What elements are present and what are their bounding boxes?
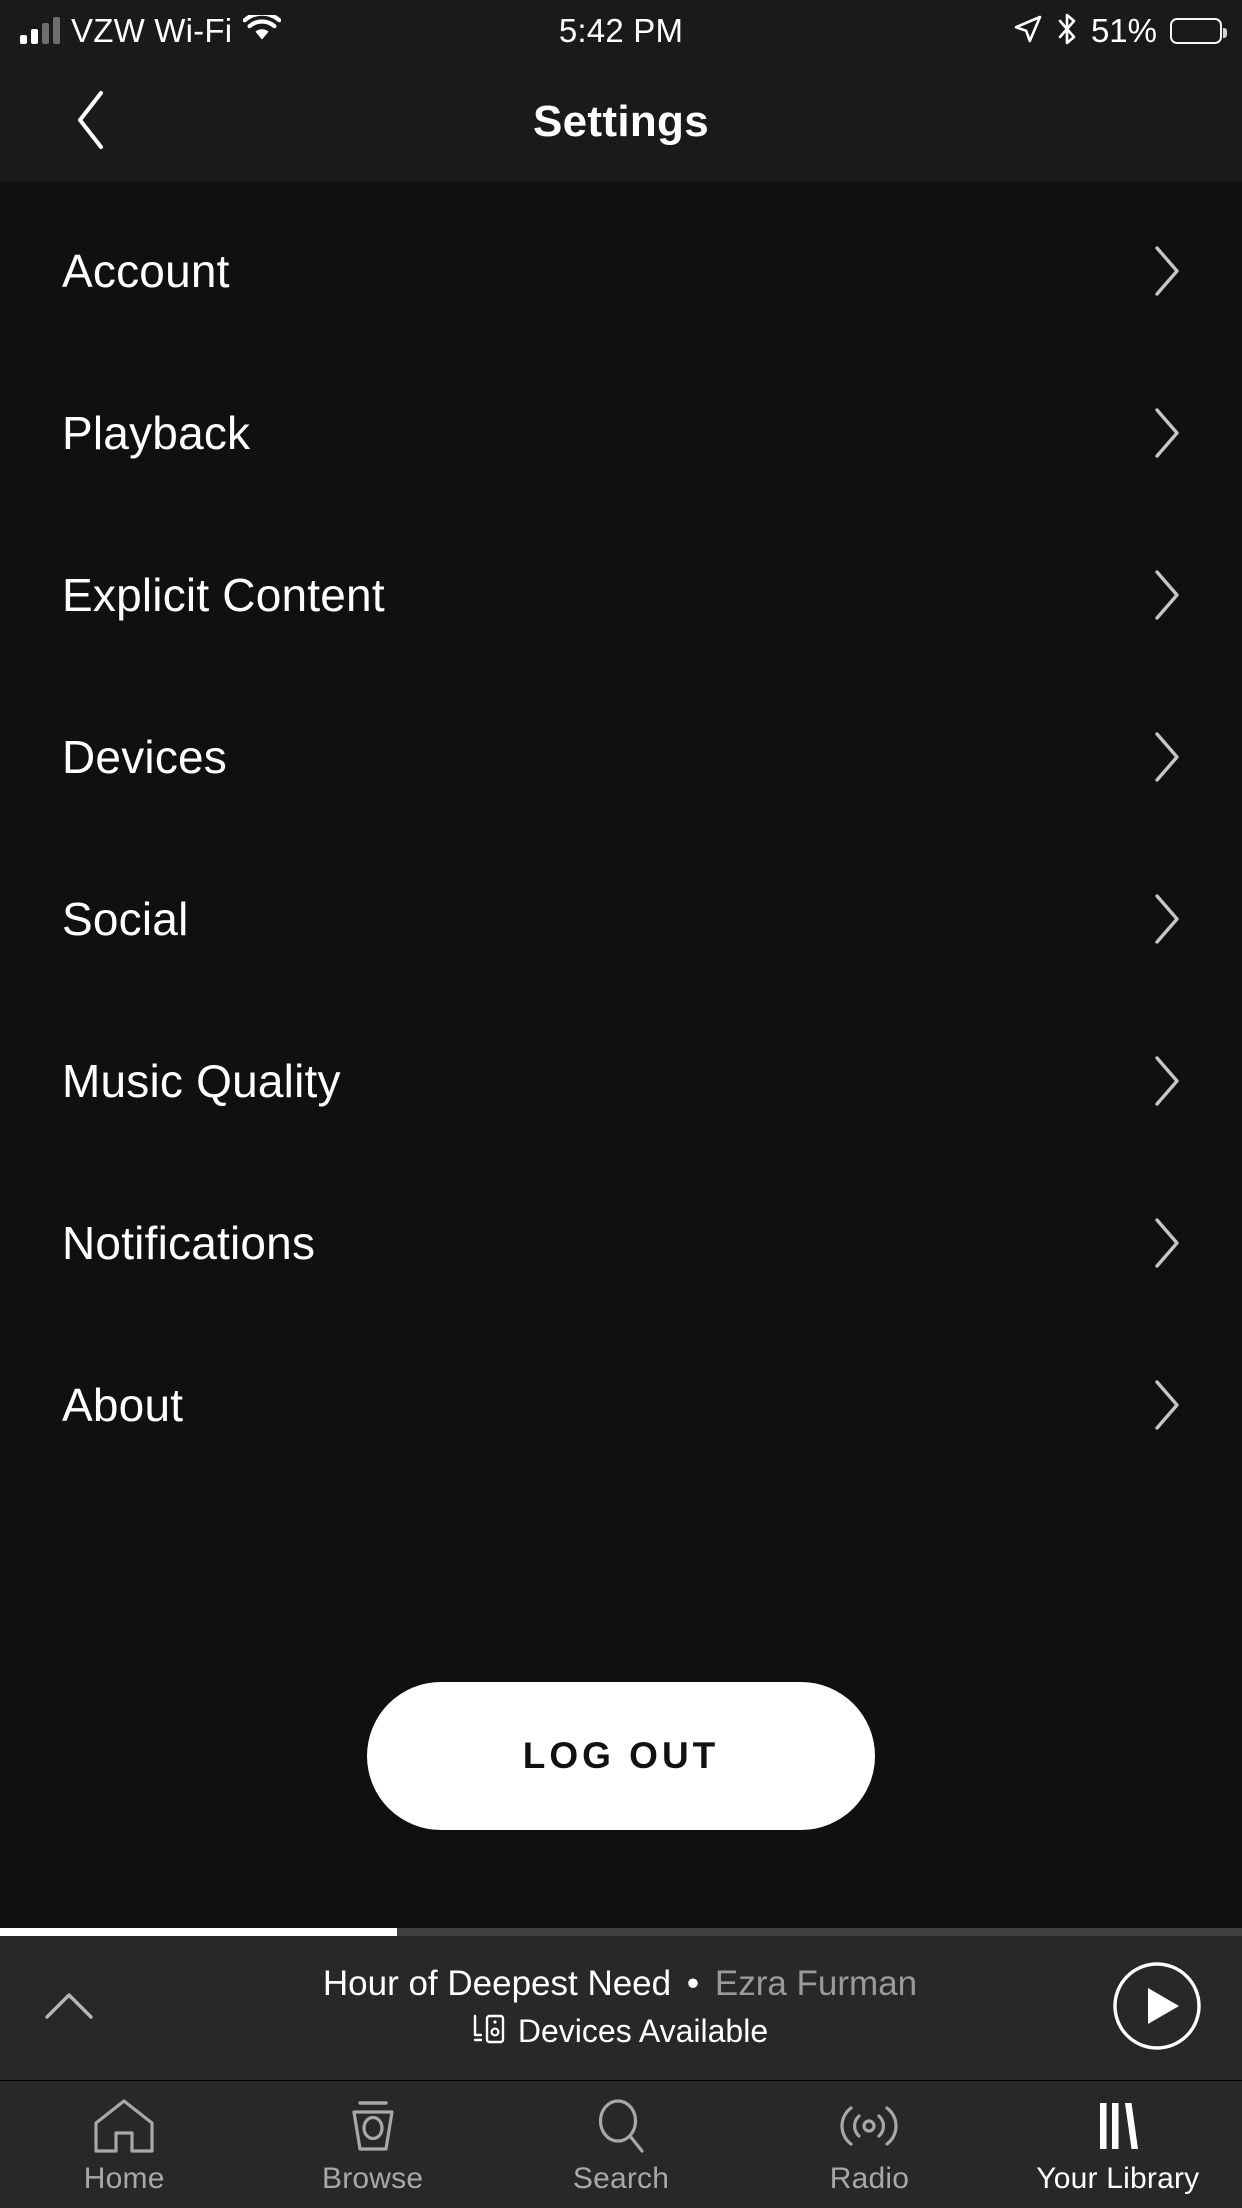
- chevron-right-icon: [1150, 243, 1184, 299]
- settings-row-label: About: [62, 1379, 184, 1431]
- tab-search[interactable]: Search: [497, 2081, 745, 2208]
- back-button[interactable]: [36, 62, 146, 182]
- page-title: Settings: [533, 97, 709, 146]
- tab-home[interactable]: Home: [0, 2081, 248, 2208]
- track-title: Hour of Deepest Need: [322, 1964, 672, 2003]
- settings-row-playback[interactable]: Playback: [0, 352, 1242, 514]
- playback-progress-bar[interactable]: [0, 1928, 1242, 1936]
- expand-player-button[interactable]: [14, 1936, 124, 2080]
- chevron-right-icon: [1150, 729, 1184, 785]
- settings-row-label: Devices: [62, 731, 228, 783]
- settings-row-music-quality[interactable]: Music Quality: [0, 1000, 1242, 1162]
- tab-label: Home: [83, 2161, 165, 2195]
- tab-radio[interactable]: Radio: [745, 2081, 993, 2208]
- settings-row-notifications[interactable]: Notifications: [0, 1162, 1242, 1324]
- devices-available-label: Devices Available: [517, 2012, 769, 2049]
- tab-label: Your Library: [1036, 2161, 1200, 2195]
- chevron-right-icon: [1150, 405, 1184, 461]
- settings-row-label: Social: [62, 893, 189, 945]
- chevron-right-icon: [1150, 1215, 1184, 1271]
- settings-row-label: Playback: [62, 407, 251, 459]
- settings-row-label: Account: [62, 245, 230, 297]
- status-bar-right: 51%: [1013, 12, 1227, 50]
- settings-list: Account Playback Explicit Content Devices So…: [0, 182, 1242, 1928]
- chevron-right-icon: [1150, 1377, 1184, 1433]
- library-icon: [1086, 2096, 1150, 2156]
- tab-label: Browse: [321, 2161, 424, 2195]
- chevron-up-icon: [43, 1989, 95, 2028]
- logout-section: LOG OUT: [0, 1682, 1242, 1830]
- track-line: Hour of Deepest Need • Ezra Furman: [323, 1966, 917, 2001]
- battery-icon: [1170, 18, 1227, 44]
- play-icon: [1111, 1960, 1203, 2057]
- bluetooth-icon: [1056, 13, 1078, 50]
- devices-available-row[interactable]: Devices Available: [472, 2011, 768, 2050]
- chevron-right-icon: [1150, 567, 1184, 623]
- devices-icon: [472, 2011, 506, 2050]
- tab-browse[interactable]: Browse: [248, 2081, 496, 2208]
- settings-row-explicit-content[interactable]: Explicit Content: [0, 514, 1242, 676]
- status-bar: VZW Wi-Fi 5:42 PM 51%: [0, 0, 1242, 62]
- playback-progress-fill: [0, 1928, 398, 1936]
- tab-label: Radio: [829, 2161, 910, 2195]
- chevron-right-icon: [1150, 891, 1184, 947]
- settings-row-account[interactable]: Account: [0, 190, 1242, 352]
- battery-percent-label: 51%: [1090, 12, 1157, 49]
- chevron-left-icon: [71, 88, 111, 157]
- log-out-button[interactable]: LOG OUT: [367, 1682, 875, 1830]
- track-separator: •: [686, 1964, 700, 2003]
- browse-icon: [341, 2096, 405, 2156]
- location-arrow-icon: [1013, 14, 1043, 49]
- track-artist: Ezra Furman: [714, 1964, 918, 2003]
- tab-label: Search: [572, 2161, 670, 2195]
- settings-row-label: Explicit Content: [62, 569, 385, 621]
- settings-row-devices[interactable]: Devices: [0, 676, 1242, 838]
- radio-icon: [837, 2096, 901, 2156]
- settings-row-label: Notifications: [62, 1217, 316, 1269]
- play-button[interactable]: [1092, 1936, 1222, 2080]
- tab-your-library[interactable]: Your Library: [994, 2081, 1242, 2208]
- settings-row-about[interactable]: About: [0, 1324, 1242, 1486]
- now-playing-info[interactable]: Hour of Deepest Need • Ezra Furman Devic…: [150, 1936, 1090, 2080]
- chevron-right-icon: [1150, 1053, 1184, 1109]
- settings-row-label: Music Quality: [62, 1055, 341, 1107]
- nav-header: Settings: [0, 62, 1242, 182]
- now-playing-bar[interactable]: Hour of Deepest Need • Ezra Furman Devic…: [0, 1928, 1242, 2080]
- search-icon: [589, 2096, 653, 2156]
- settings-row-social[interactable]: Social: [0, 838, 1242, 1000]
- tab-bar: Home Browse Search Radio Your Library: [0, 2080, 1242, 2208]
- home-icon: [92, 2096, 156, 2156]
